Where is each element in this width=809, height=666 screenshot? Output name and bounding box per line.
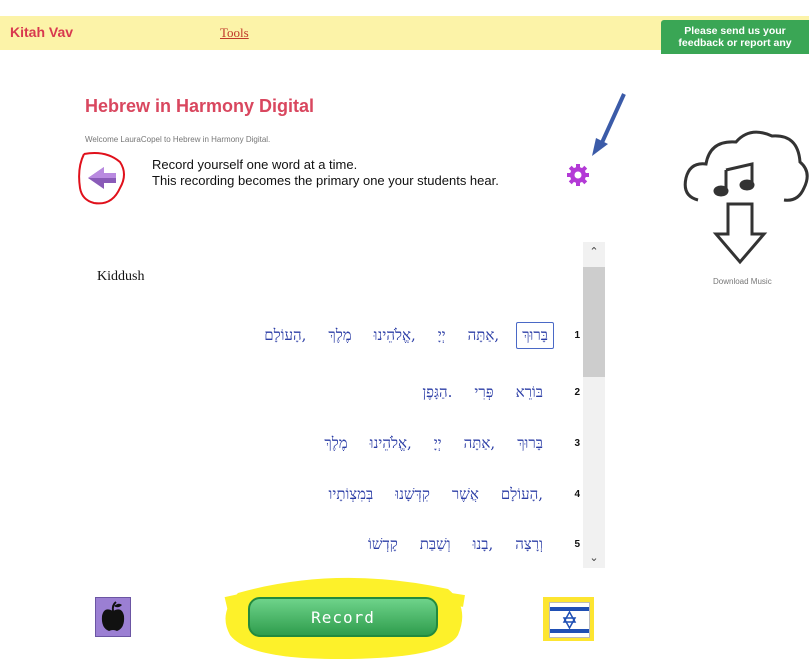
word[interactable]: קִדְּשָׁנוּ xyxy=(390,482,435,507)
instruction-line: This recording becomes the primary one y… xyxy=(152,173,499,188)
passage-line: 4 הָעוֹלָם, אֲשֶׁר קִדְּשָׁנוּ בְּמִצְוֹ… xyxy=(324,482,580,507)
word[interactable]: מֶלֶךְ xyxy=(319,431,352,456)
word[interactable]: בְּמִצְוֹתָיו xyxy=(324,482,379,507)
word[interactable]: הָעוֹלָם, xyxy=(496,482,548,507)
word[interactable]: אֲשֶׁר xyxy=(447,482,484,507)
page-title: Hebrew in Harmony Digital xyxy=(85,96,315,116)
text-passage: Kiddush 1 בָּרוּךְ אַתָּה, יְיָ אֱלֹהֵינ… xyxy=(80,242,580,568)
israel-flag-button[interactable] xyxy=(543,597,594,641)
passage-title: Kiddush xyxy=(97,269,145,284)
passage-scrollbar[interactable]: ⌃ ⌄ xyxy=(583,242,605,568)
instruction-line: Record yourself one word at a time. xyxy=(152,157,358,172)
word[interactable]: אַתָּה, xyxy=(463,323,505,348)
word-selected[interactable]: בָּרוּךְ xyxy=(516,322,554,349)
pointer-arrow-icon xyxy=(592,93,626,156)
apple-button[interactable] xyxy=(95,597,131,637)
word[interactable]: אֱלֹהֵינוּ, xyxy=(369,323,421,348)
word[interactable]: אֱלֹהֵינוּ, xyxy=(365,431,417,456)
line-number: 2 xyxy=(574,387,580,398)
tools-link[interactable]: Tools xyxy=(220,25,249,41)
word[interactable]: יְיָ xyxy=(433,323,451,348)
line-number: 5 xyxy=(574,539,580,550)
word[interactable]: בָנוּ, xyxy=(468,532,499,557)
word[interactable]: אַתָּה, xyxy=(459,431,501,456)
word[interactable]: יְיָ xyxy=(429,431,447,456)
download-music-label[interactable]: Download Music xyxy=(713,277,772,286)
word[interactable]: מֶלֶךְ xyxy=(323,323,356,348)
gear-icon[interactable] xyxy=(566,163,590,187)
brand-title[interactable]: Kitah Vav xyxy=(10,24,73,40)
passage-line: 2 בּוֹרֵא פְּרִי הַגָּפֶן. xyxy=(417,380,580,405)
instructions: Record yourself one word at a time. This… xyxy=(152,157,499,189)
scroll-down-icon[interactable]: ⌄ xyxy=(583,548,605,568)
apple-icon xyxy=(101,601,125,631)
word[interactable]: הָעוֹלָם, xyxy=(259,323,311,348)
back-button[interactable] xyxy=(76,148,128,208)
passage-line: 3 בָּרוּךְ אַתָּה, יְיָ אֱלֹהֵינוּ, מֶלֶ… xyxy=(319,431,580,456)
israel-flag-icon xyxy=(549,602,590,638)
word[interactable]: וְרָצָה xyxy=(510,532,548,557)
line-number: 1 xyxy=(574,330,580,341)
passage-line: 5 וְרָצָה בָנוּ, וְשַׁבַּת קָדְשׁוֹ xyxy=(363,532,580,557)
word[interactable]: פְּרִי xyxy=(469,380,498,405)
word[interactable]: בּוֹרֵא xyxy=(511,380,548,405)
scroll-up-icon[interactable]: ⌃ xyxy=(583,242,605,262)
feedback-button[interactable]: Please send us your feedback or report a… xyxy=(661,20,809,54)
line-number: 3 xyxy=(574,438,580,449)
word[interactable]: בָּרוּךְ xyxy=(512,431,548,456)
line-number: 4 xyxy=(574,489,580,500)
record-button[interactable]: Record xyxy=(248,597,438,637)
word[interactable]: הַגָּפֶן. xyxy=(417,380,457,405)
arrow-left-icon xyxy=(88,167,116,189)
welcome-text: Welcome LauraCopel to Hebrew in Harmony … xyxy=(85,135,271,144)
passage-line: 1 בָּרוּךְ אַתָּה, יְיָ אֱלֹהֵינוּ, מֶלֶ… xyxy=(259,322,580,349)
scrollbar-thumb[interactable] xyxy=(583,267,605,377)
word[interactable]: וְשַׁבַּת xyxy=(415,532,456,557)
word[interactable]: קָדְשׁוֹ xyxy=(363,532,403,557)
cloud-download-icon[interactable] xyxy=(676,122,809,274)
